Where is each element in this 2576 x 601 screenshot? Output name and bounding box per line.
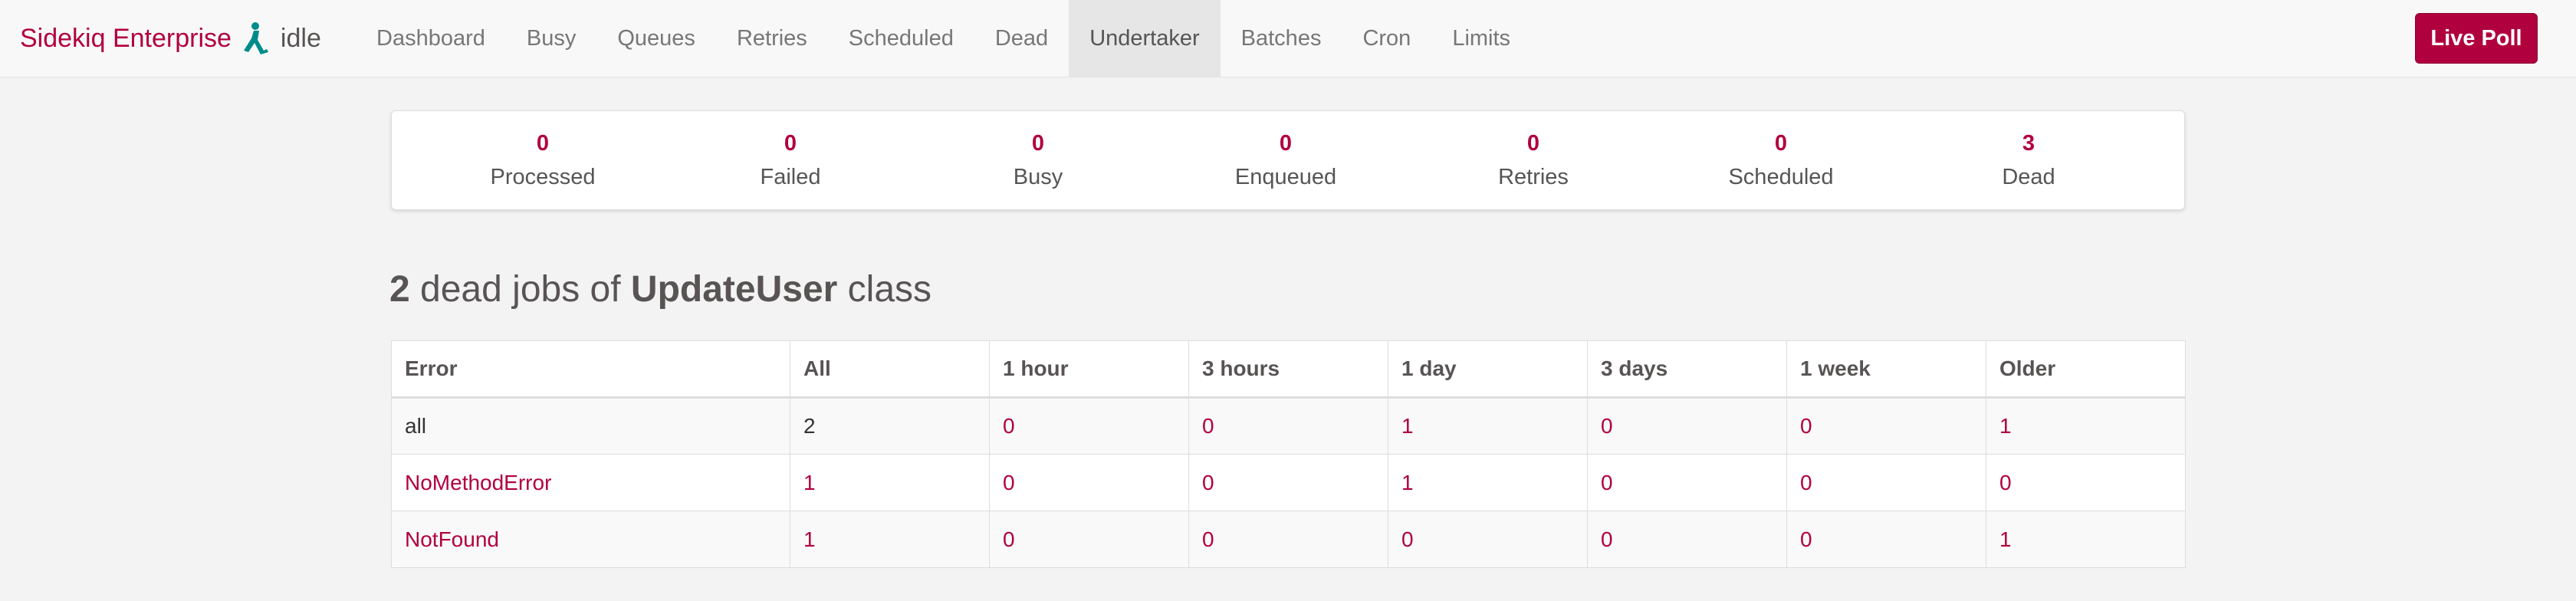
nav-batches[interactable]: Batches xyxy=(1221,0,1342,77)
scheduled-count[interactable]: 0 xyxy=(1689,131,1873,156)
column-header-1-day: 1 day xyxy=(1388,340,1588,399)
table-row: NotFound 1 0 0 0 0 0 1 xyxy=(391,511,2186,568)
count-link[interactable]: 0 xyxy=(1587,511,1787,568)
count-link[interactable]: 0 xyxy=(1786,397,1986,455)
dead-count[interactable]: 3 xyxy=(1937,131,2121,156)
column-header-1-hour: 1 hour xyxy=(989,340,1189,399)
nav-dashboard[interactable]: Dashboard xyxy=(356,0,506,77)
column-header-all: All xyxy=(790,340,990,399)
job-class-name: UpdateUser xyxy=(630,269,838,310)
column-header-3-hours: 3 hours xyxy=(1188,340,1388,399)
summary-failed[interactable]: 0 Failed xyxy=(698,111,882,211)
retries-label[interactable]: Retries xyxy=(1441,165,1625,190)
summary-scheduled[interactable]: 0 Scheduled xyxy=(1689,111,1873,211)
brand[interactable]: Sidekiq Enterprise idle xyxy=(20,0,321,77)
table-row: all 2 0 0 1 0 0 1 xyxy=(391,397,2186,455)
nav-queues[interactable]: Queues xyxy=(596,0,716,77)
count-link[interactable]: 0 xyxy=(1986,454,2186,511)
main-nav: Dashboard Busy Queues Retries Scheduled … xyxy=(356,0,1531,77)
sidekiq-kick-icon xyxy=(242,21,270,55)
column-header-error: Error xyxy=(391,340,790,399)
failed-label[interactable]: Failed xyxy=(698,165,882,190)
nav-cron[interactable]: Cron xyxy=(1342,0,1431,77)
count-link[interactable]: 0 xyxy=(989,511,1189,568)
enqueued-count[interactable]: 0 xyxy=(1194,131,1378,156)
count-link[interactable]: 1 xyxy=(1986,511,2186,568)
count-link[interactable]: 0 xyxy=(1587,454,1787,511)
brand-name[interactable]: Sidekiq Enterprise xyxy=(20,24,232,54)
column-header-older: Older xyxy=(1986,340,2186,399)
count-link[interactable]: 1 xyxy=(790,511,990,568)
busy-count[interactable]: 0 xyxy=(946,131,1130,156)
column-header-3-days: 3 days xyxy=(1587,340,1787,399)
summary-enqueued[interactable]: 0 Enqueued xyxy=(1194,111,1378,211)
status-indicator: idle xyxy=(280,23,321,53)
count-link[interactable]: 0 xyxy=(1786,454,1986,511)
count-link[interactable]: 0 xyxy=(1786,511,1986,568)
count-link[interactable]: 0 xyxy=(1587,397,1787,455)
heading-text-post: class xyxy=(837,269,932,310)
count-link[interactable]: 0 xyxy=(989,454,1189,511)
processed-count[interactable]: 0 xyxy=(451,131,635,156)
dead-label[interactable]: Dead xyxy=(1937,165,2121,190)
count-cell: 2 xyxy=(790,397,990,455)
summary-dead[interactable]: 3 Dead xyxy=(1937,111,2121,211)
table-header-row: Error All 1 hour 3 hours 1 day 3 days 1 … xyxy=(391,340,2186,399)
summary-processed[interactable]: 0 Processed xyxy=(451,111,635,211)
retries-count[interactable]: 0 xyxy=(1441,131,1625,156)
count-link[interactable]: 1 xyxy=(790,454,990,511)
nav-retries[interactable]: Retries xyxy=(716,0,828,77)
live-poll-button[interactable]: Live Poll xyxy=(2415,13,2538,64)
nav-undertaker[interactable]: Undertaker xyxy=(1069,0,1221,77)
count-link[interactable]: 0 xyxy=(1188,511,1388,568)
dead-job-count: 2 xyxy=(389,269,410,310)
count-link[interactable]: 1 xyxy=(1388,454,1588,511)
table-row: NoMethodError 1 0 0 1 0 0 0 xyxy=(391,454,2186,511)
count-link[interactable]: 0 xyxy=(1388,511,1588,568)
count-link[interactable]: 0 xyxy=(989,397,1189,455)
nav-limits[interactable]: Limits xyxy=(1431,0,1531,77)
nav-dead[interactable]: Dead xyxy=(974,0,1069,77)
scheduled-label[interactable]: Scheduled xyxy=(1689,165,1873,190)
summary-busy[interactable]: 0 Busy xyxy=(946,111,1130,211)
count-link[interactable]: 0 xyxy=(1188,454,1388,511)
error-link[interactable]: NoMethodError xyxy=(391,454,790,511)
error-cell: all xyxy=(391,397,790,455)
page-title: 2 dead jobs of UpdateUser class xyxy=(389,267,932,313)
error-link[interactable]: NotFound xyxy=(391,511,790,568)
failed-count[interactable]: 0 xyxy=(698,131,882,156)
enqueued-label[interactable]: Enqueued xyxy=(1194,165,1378,190)
count-link[interactable]: 0 xyxy=(1188,397,1388,455)
nav-scheduled[interactable]: Scheduled xyxy=(828,0,974,77)
summary-bar: 0 Processed 0 Failed 0 Busy 0 Enqueued 0… xyxy=(391,110,2185,210)
summary-retries[interactable]: 0 Retries xyxy=(1441,111,1625,211)
count-link[interactable]: 1 xyxy=(1986,397,2186,455)
heading-text-pre: dead jobs of xyxy=(409,269,631,310)
nav-busy[interactable]: Busy xyxy=(506,0,596,77)
count-link[interactable]: 1 xyxy=(1388,397,1588,455)
processed-label[interactable]: Processed xyxy=(451,165,635,190)
busy-label[interactable]: Busy xyxy=(946,165,1130,190)
dead-jobs-table: Error All 1 hour 3 hours 1 day 3 days 1 … xyxy=(391,340,2186,568)
navbar: Sidekiq Enterprise idle Dashboard Busy Q… xyxy=(0,0,2576,77)
column-header-1-week: 1 week xyxy=(1786,340,1986,399)
